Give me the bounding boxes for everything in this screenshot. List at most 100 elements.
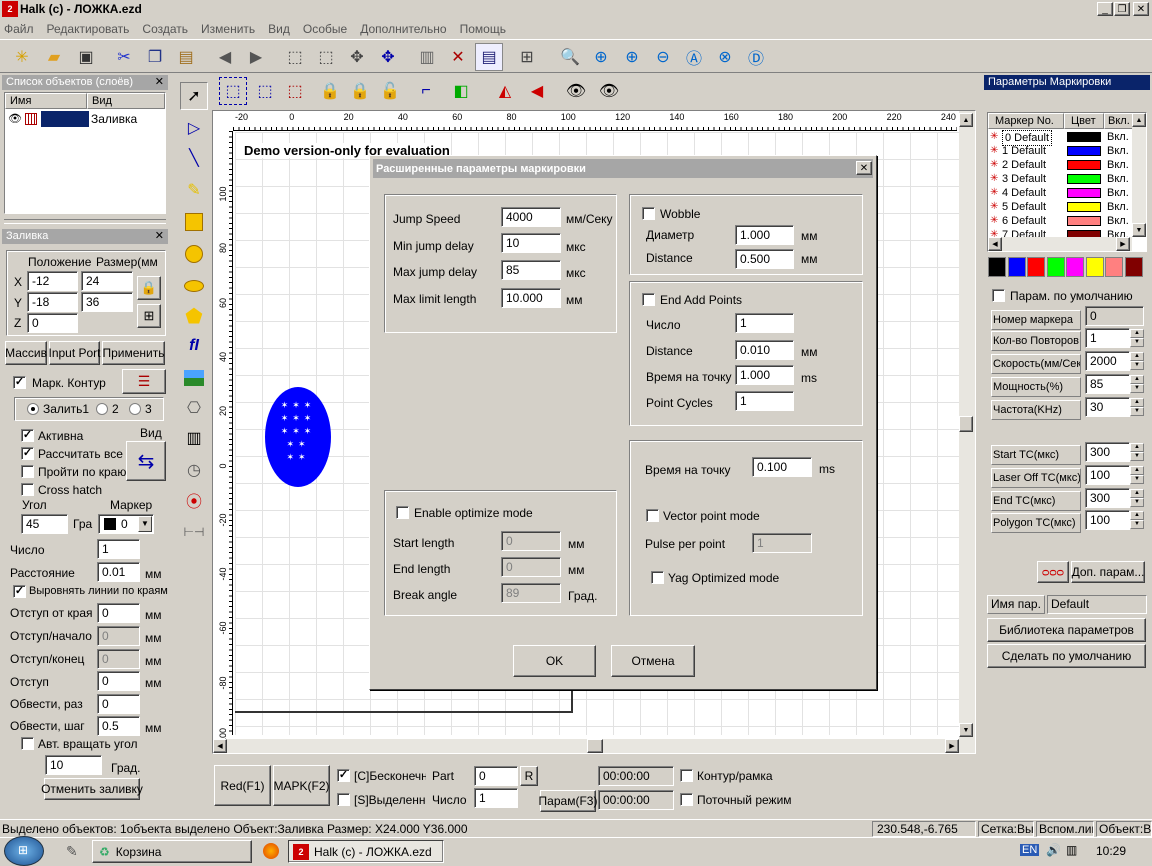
- text-icon[interactable]: fI: [180, 332, 208, 360]
- col-on-header[interactable]: Вкл.: [1104, 113, 1134, 129]
- width-input[interactable]: 24: [81, 271, 133, 291]
- chevron-down-icon[interactable]: ▼: [138, 516, 152, 532]
- contour-settings-button[interactable]: ☰: [122, 369, 166, 394]
- end-tc-input[interactable]: 300: [1085, 488, 1130, 508]
- time-per-point2-input[interactable]: 0.100: [752, 457, 812, 477]
- active-checkbox[interactable]: ✓: [21, 429, 34, 442]
- max-jump-delay-input[interactable]: 85: [501, 260, 561, 280]
- laser-off-tc-input[interactable]: 100: [1085, 465, 1130, 485]
- param-button[interactable]: Парам(F3): [539, 790, 597, 812]
- align-lines-checkbox[interactable]: ✓: [13, 585, 26, 598]
- fill1-radio[interactable]: [27, 403, 39, 415]
- menu-file[interactable]: Файл: [4, 22, 34, 36]
- undo-icon[interactable]: ◀: [211, 43, 239, 71]
- fill-view-button[interactable]: ⇆: [126, 441, 166, 481]
- min-jump-delay-input[interactable]: 10: [501, 233, 561, 253]
- maximize-button[interactable]: ❐: [1114, 2, 1130, 16]
- offset-input[interactable]: 0: [97, 671, 140, 691]
- anchor-grid-button[interactable]: ⊞: [137, 304, 161, 328]
- max-limit-length-input[interactable]: 10.000: [501, 288, 561, 308]
- paste-icon[interactable]: ▤: [172, 43, 200, 71]
- frequency-spinner[interactable]: ▲ ▼: [1130, 398, 1144, 416]
- menu-edit[interactable]: Редактировать: [47, 22, 130, 36]
- cancel-button[interactable]: Отмена: [611, 645, 695, 677]
- angle-input[interactable]: 45: [21, 514, 68, 534]
- scroll-left-button[interactable]: ◀: [988, 237, 1002, 251]
- node-move-icon[interactable]: ✥: [343, 43, 371, 71]
- zoom-out-icon[interactable]: ⊖: [649, 43, 677, 71]
- scroll-down-button[interactable]: ▼: [959, 723, 973, 737]
- default-params-checkbox[interactable]: [992, 289, 1005, 302]
- marker-no-input[interactable]: 0: [1085, 306, 1144, 326]
- polygon-tc-input[interactable]: 100: [1085, 510, 1130, 530]
- rotate-angle-input[interactable]: 10: [45, 755, 102, 775]
- vector-file-icon[interactable]: ⎔: [180, 394, 208, 422]
- language-indicator[interactable]: EN: [1020, 844, 1040, 856]
- zoom-in-icon[interactable]: ⊕: [587, 43, 615, 71]
- palette-color-swatch[interactable]: [1066, 257, 1084, 277]
- speed-spinner[interactable]: ▲ ▼: [1130, 352, 1144, 370]
- taskbar-app[interactable]: 2 Halk (c) - ЛОЖКА.ezd: [288, 840, 444, 863]
- vector-point-mode-checkbox[interactable]: [646, 509, 659, 522]
- laser-off-tc-spinner[interactable]: ▲ ▼: [1130, 466, 1144, 484]
- jump-speed-input[interactable]: 4000: [501, 207, 561, 227]
- x-position-input[interactable]: -12: [27, 271, 78, 291]
- palette-color-swatch[interactable]: [1085, 257, 1104, 277]
- scroll-right-button[interactable]: ▶: [945, 739, 959, 753]
- infinite-checkbox[interactable]: ✓: [337, 769, 350, 782]
- firefox-icon[interactable]: [263, 843, 279, 859]
- col-marker-header[interactable]: Маркер No.: [988, 113, 1064, 129]
- redo-icon[interactable]: ▶: [242, 43, 270, 71]
- extra-params-button[interactable]: Доп. парам...: [1071, 561, 1145, 583]
- color-layers-icon[interactable]: ◧: [447, 77, 475, 105]
- palette-color-swatch[interactable]: [988, 257, 1006, 277]
- timer-icon[interactable]: ◷: [180, 456, 208, 484]
- end-tc-spinner[interactable]: ▲ ▼: [1130, 489, 1144, 507]
- start-offset-input[interactable]: 0: [97, 626, 140, 646]
- cancel-fill-button[interactable]: Отменить заливку: [41, 778, 143, 800]
- pointer-icon[interactable]: ➚: [180, 82, 208, 110]
- menu-create[interactable]: Создать: [142, 22, 188, 36]
- point-cycles-input[interactable]: 1: [735, 391, 794, 411]
- close-icon[interactable]: ✕: [155, 75, 164, 90]
- table-row[interactable]: ✳ 3 Default Вкл.: [988, 172, 1132, 186]
- points-distance-input[interactable]: 0.010: [735, 340, 794, 360]
- bypass-step-input[interactable]: 0.5: [97, 716, 140, 736]
- panel-splitter[interactable]: [4, 219, 166, 224]
- col-view-header[interactable]: Вид: [87, 93, 165, 109]
- scroll-down-button[interactable]: ▼: [1132, 223, 1146, 237]
- start-button[interactable]: ⊞: [4, 836, 44, 866]
- image-icon[interactable]: [180, 364, 208, 392]
- scroll-up-button[interactable]: ▲: [1132, 113, 1146, 127]
- scroll-up-button[interactable]: ▲: [959, 113, 973, 127]
- curve-icon[interactable]: ✎: [180, 176, 208, 204]
- ungroup-icon[interactable]: ⬚: [251, 77, 279, 105]
- align-icon[interactable]: ⌐: [412, 77, 440, 105]
- wobble-checkbox[interactable]: [642, 207, 655, 220]
- table-row[interactable]: ✳ 2 Default Вкл.: [988, 158, 1132, 172]
- contour-frame-checkbox[interactable]: [680, 769, 693, 782]
- palette-color-swatch[interactable]: [1007, 257, 1026, 277]
- mirror-horizontal-icon[interactable]: ◭: [491, 77, 519, 105]
- power-input[interactable]: 85: [1085, 374, 1130, 394]
- lock-icon[interactable]: 🔒: [316, 77, 344, 105]
- table-row[interactable]: ✳ 6 Default Вкл.: [988, 214, 1132, 228]
- calc-all-checkbox[interactable]: ✓: [21, 447, 34, 460]
- list-icon[interactable]: ▤: [475, 43, 503, 71]
- set-default-button[interactable]: Сделать по умолчанию: [987, 644, 1146, 668]
- marker-hscroll[interactable]: ◀ ▶: [988, 237, 1132, 251]
- minimize-button[interactable]: _: [1097, 2, 1113, 16]
- node-edit-icon[interactable]: ▷: [180, 114, 208, 142]
- filled-ellipse[interactable]: ✶✶✶ ✶✶✶ ✶✶✶ ✶✶ ✶✶: [265, 387, 331, 487]
- cut-icon[interactable]: ✂: [110, 43, 138, 71]
- copy-icon[interactable]: ❐: [141, 43, 169, 71]
- eye-icon[interactable]: 👁: [8, 112, 22, 125]
- grid-icon[interactable]: ⊞: [513, 43, 541, 71]
- mirror-vertical-icon[interactable]: ◀: [523, 77, 551, 105]
- end-add-points-checkbox[interactable]: [642, 293, 655, 306]
- network-icon[interactable]: ▥: [1066, 843, 1077, 857]
- menu-modify[interactable]: Изменить: [201, 22, 255, 36]
- frequency-input[interactable]: 30: [1085, 397, 1130, 417]
- open-folder-icon[interactable]: ▰: [40, 43, 68, 71]
- node-edit-icon[interactable]: ⬚: [281, 43, 309, 71]
